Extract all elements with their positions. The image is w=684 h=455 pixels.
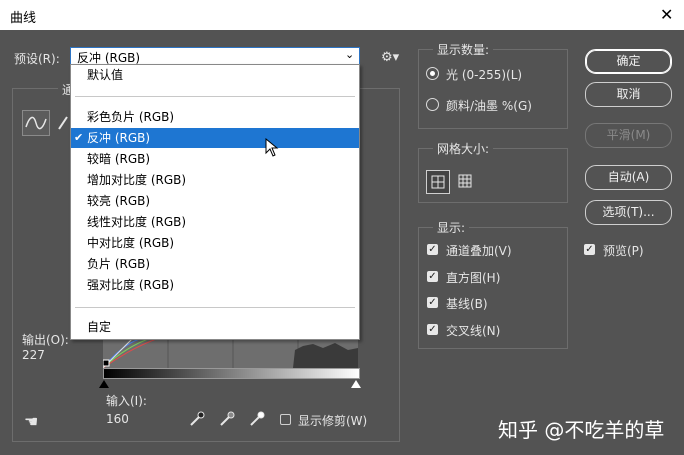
- grid-10-icon: [458, 174, 472, 188]
- intersection-label: 交叉线(N): [446, 324, 501, 338]
- baseline-checkbox[interactable]: ✓: [427, 297, 438, 308]
- grid-size-title: 网格大小:: [433, 140, 494, 157]
- menu-separator: [75, 96, 355, 97]
- light-label: 光 (0-255)(L): [446, 68, 523, 82]
- checkmark-icon: ✔: [74, 131, 84, 144]
- grid-4-icon: [431, 175, 445, 189]
- menu-item-custom[interactable]: 自定: [71, 317, 359, 337]
- baseline-label: 基线(B): [446, 297, 488, 311]
- eyedropper-gray-icon[interactable]: [218, 410, 236, 432]
- output-label: 输出(O):: [22, 333, 69, 347]
- targeted-adjustment-icon[interactable]: ☚: [24, 412, 38, 431]
- menu-item[interactable]: 强对比度 (RGB): [71, 275, 359, 295]
- preset-label: 预设(R):: [14, 52, 60, 66]
- preset-menu: 默认值 彩色负片 (RGB) ✔ 反冲 (RGB) 较暗 (RGB) 增加对比度…: [70, 64, 360, 340]
- ok-button[interactable]: 确定: [585, 49, 672, 74]
- menu-item[interactable]: 线性对比度 (RGB): [71, 212, 359, 232]
- menu-item-selected[interactable]: ✔ 反冲 (RGB): [71, 128, 359, 148]
- watermark: 知乎 @不吃羊的草: [498, 418, 665, 442]
- menu-item[interactable]: 较暗 (RGB): [71, 149, 359, 169]
- simple-grid-button[interactable]: [426, 170, 450, 194]
- curve-tool-button[interactable]: [22, 110, 50, 136]
- window-title: 曲线: [10, 11, 37, 26]
- curve-graph[interactable]: [102, 337, 358, 369]
- histogram-label: 直方图(H): [446, 271, 501, 285]
- intersection-checkbox[interactable]: ✓: [427, 324, 438, 335]
- menu-item[interactable]: 较亮 (RGB): [71, 191, 359, 211]
- close-icon[interactable]: ✕: [660, 5, 673, 24]
- histogram-checkbox[interactable]: ✓: [427, 271, 438, 282]
- input-value[interactable]: 160: [106, 412, 129, 426]
- input-gradient-bar: [103, 368, 360, 379]
- eyedropper-white-icon[interactable]: [248, 410, 266, 432]
- smooth-button[interactable]: 平滑(M): [585, 123, 672, 148]
- curve-tool-icon: [25, 116, 47, 130]
- light-radio[interactable]: [426, 67, 439, 80]
- auto-button[interactable]: 自动(A): [585, 165, 672, 190]
- detailed-grid-button[interactable]: [454, 170, 476, 192]
- preview-checkbox[interactable]: ✓: [584, 244, 595, 255]
- gear-icon[interactable]: ⚙▾: [381, 50, 399, 65]
- black-point-slider[interactable]: [99, 380, 109, 388]
- output-value[interactable]: 227: [22, 348, 45, 362]
- menu-item-default[interactable]: 默认值: [71, 65, 359, 85]
- menu-item[interactable]: 中对比度 (RGB): [71, 233, 359, 253]
- pigment-label: 颜料/油墨 %(G): [446, 99, 532, 113]
- channel-overlay-checkbox[interactable]: ✓: [427, 244, 438, 255]
- chevron-down-icon: ⌄: [345, 48, 355, 61]
- white-point-slider[interactable]: [351, 380, 361, 388]
- options-button[interactable]: 选项(T)...: [585, 200, 672, 225]
- show-clipping-label: 显示修剪(W): [298, 414, 368, 428]
- channel-overlay-label: 通道叠加(V): [446, 244, 512, 258]
- show-clipping-checkbox[interactable]: [280, 414, 291, 425]
- cancel-button[interactable]: 取消: [585, 82, 672, 107]
- menu-item[interactable]: 彩色负片 (RGB): [71, 107, 359, 127]
- eyedropper-black-icon[interactable]: [188, 410, 206, 432]
- preview-label: 预览(P): [603, 244, 644, 258]
- histogram: [102, 337, 358, 369]
- display-amount-group: [418, 49, 568, 129]
- show-title: 显示:: [433, 219, 470, 236]
- pigment-radio[interactable]: [426, 98, 439, 111]
- menu-separator: [75, 307, 355, 308]
- display-amount-title: 显示数量:: [433, 41, 494, 58]
- title-bar: 曲线 ✕: [0, 0, 684, 30]
- cursor-icon: [265, 137, 279, 161]
- menu-item[interactable]: 负片 (RGB): [71, 254, 359, 274]
- input-label: 输入(I):: [106, 394, 147, 408]
- pencil-tool-icon: [58, 116, 68, 130]
- pencil-tool-button[interactable]: [56, 112, 70, 132]
- menu-item[interactable]: 增加对比度 (RGB): [71, 170, 359, 190]
